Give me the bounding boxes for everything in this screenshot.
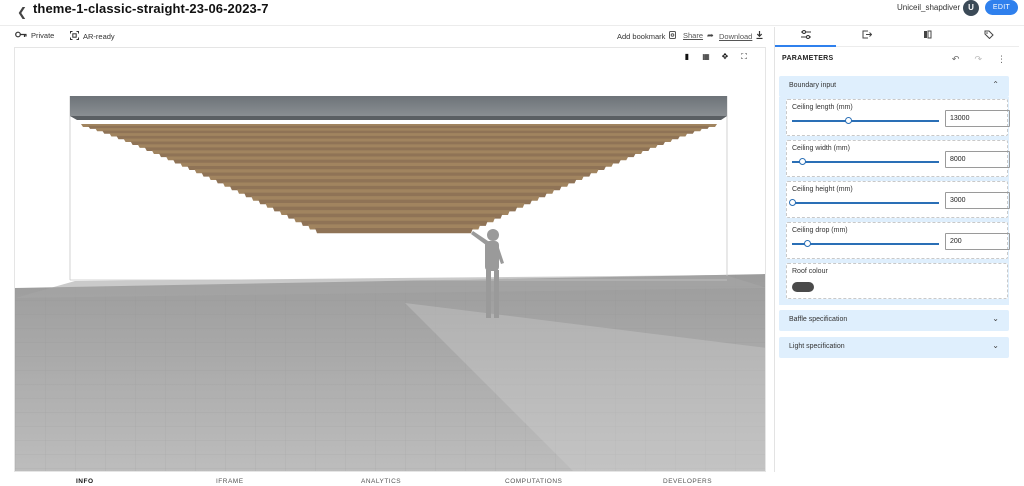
bookmark-icon bbox=[669, 31, 677, 41]
active-tab-indicator bbox=[775, 45, 836, 47]
download-label: Download bbox=[719, 31, 753, 41]
ceiling-drop-input[interactable]: 200 bbox=[945, 233, 1010, 250]
ceiling-length-slider[interactable] bbox=[792, 117, 939, 124]
tab-tags[interactable] bbox=[958, 30, 1019, 42]
ceiling-height-slider[interactable] bbox=[789, 199, 939, 206]
sliders-icon bbox=[800, 30, 811, 39]
app-header: ❮ theme-1-classic-straight-23-06-2023-7 … bbox=[0, 0, 1024, 26]
share-button[interactable]: Share ➦ bbox=[683, 31, 714, 40]
download-button[interactable]: Download bbox=[719, 31, 763, 41]
privacy-label: Private bbox=[31, 31, 55, 40]
bookmark-label: Add bookmark bbox=[617, 31, 666, 41]
library-icon bbox=[923, 30, 931, 39]
param-roof-colour: Roof colour bbox=[786, 263, 1008, 299]
parameters-actions: ↶ ↷ ⋮ bbox=[952, 54, 1006, 65]
ceiling-width-input[interactable]: 8000 bbox=[945, 151, 1010, 168]
chevron-down-icon: ⌄ bbox=[992, 314, 999, 323]
tab-iframe[interactable]: IFRAME bbox=[216, 478, 244, 485]
ar-status[interactable]: AR-ready bbox=[70, 31, 115, 42]
zoom-extents-icon[interactable]: ✥ bbox=[720, 52, 730, 62]
parameters-title: PARAMETERS bbox=[782, 55, 834, 62]
tab-library[interactable] bbox=[897, 30, 958, 42]
param-label: Ceiling height (mm) bbox=[792, 186, 853, 193]
panel-tabs bbox=[775, 27, 1019, 47]
privacy-status[interactable]: Private bbox=[15, 31, 54, 40]
section-light-specification[interactable]: Light specification ⌄ bbox=[779, 337, 1009, 358]
camera-icon[interactable]: ▮ bbox=[682, 52, 692, 62]
slider-thumb[interactable] bbox=[789, 199, 796, 206]
undo-icon[interactable]: ↶ bbox=[952, 54, 960, 65]
ceiling-height-input[interactable]: 3000 bbox=[945, 192, 1010, 209]
model-title: theme-1-classic-straight-23-06-2023-7 bbox=[33, 1, 269, 16]
section-baffle-specification[interactable]: Baffle specification ⌄ bbox=[779, 310, 1009, 331]
ceiling-drop-slider[interactable] bbox=[792, 240, 939, 247]
model-toolbar: Private AR-ready Add bookmark Share ➦ Do… bbox=[0, 27, 772, 47]
slider-thumb[interactable] bbox=[803, 240, 811, 247]
viewport-tools: ▮ ▦ ✥ ⛶ bbox=[682, 52, 749, 62]
param-ceiling-length: Ceiling length (mm) 13000 bbox=[786, 99, 1010, 136]
download-icon bbox=[756, 31, 763, 41]
param-ceiling-width: Ceiling width (mm) 8000 bbox=[786, 140, 1010, 177]
tab-exports[interactable] bbox=[836, 30, 897, 42]
param-label: Ceiling length (mm) bbox=[792, 104, 853, 111]
key-icon bbox=[15, 31, 27, 40]
boundary-input-body: Ceiling length (mm) 13000 Ceiling width … bbox=[779, 97, 1010, 305]
section-label: Boundary input bbox=[789, 82, 837, 89]
slider-thumb[interactable] bbox=[844, 117, 852, 124]
bottom-tabs: INFO IFRAME ANALYTICS COMPUTATIONS DEVEL… bbox=[0, 478, 1024, 486]
ceiling-length-input[interactable]: 13000 bbox=[945, 110, 1010, 127]
param-label: Ceiling width (mm) bbox=[792, 145, 850, 152]
parameters-panel: PARAMETERS ↶ ↷ ⋮ Boundary input ⌃ Ceilin… bbox=[774, 27, 1019, 472]
tag-icon bbox=[984, 30, 994, 40]
more-options-icon[interactable]: ⋮ bbox=[997, 54, 1006, 65]
redo-icon[interactable]: ↷ bbox=[974, 54, 982, 65]
share-arrow-icon: ➦ bbox=[707, 31, 714, 40]
param-ceiling-drop: Ceiling drop (mm) 200 bbox=[786, 222, 1010, 259]
section-label: Light specification bbox=[789, 343, 845, 350]
ar-cube-icon bbox=[70, 31, 79, 42]
roof-colour-swatch[interactable] bbox=[792, 282, 814, 292]
baffle-slat bbox=[315, 228, 473, 234]
ar-label: AR-ready bbox=[83, 32, 115, 41]
share-label: Share bbox=[683, 31, 704, 40]
avatar[interactable]: U bbox=[963, 0, 979, 16]
back-arrow-icon[interactable]: ❮ bbox=[17, 5, 27, 19]
tab-developers[interactable]: DEVELOPERS bbox=[663, 478, 712, 485]
ceiling-width-slider[interactable] bbox=[792, 158, 939, 165]
slider-thumb[interactable] bbox=[799, 158, 807, 165]
chevron-up-icon: ⌃ bbox=[992, 80, 999, 89]
ar-view-icon[interactable]: ▦ bbox=[701, 52, 711, 62]
tab-analytics[interactable]: ANALYTICS bbox=[361, 478, 401, 485]
tab-parameters[interactable] bbox=[775, 30, 836, 42]
section-boundary-input[interactable]: Boundary input ⌃ bbox=[779, 76, 1009, 97]
user-name[interactable]: Uniceil_shapdiver bbox=[897, 3, 960, 12]
tab-computations[interactable]: COMPUTATIONS bbox=[505, 478, 562, 485]
scene-render bbox=[15, 96, 765, 471]
param-label: Ceiling drop (mm) bbox=[792, 227, 848, 234]
param-ceiling-height: Ceiling height (mm) 3000 bbox=[786, 181, 1010, 218]
tab-info[interactable]: INFO bbox=[76, 478, 94, 485]
3d-viewport[interactable]: ▮ ▦ ✥ ⛶ bbox=[14, 47, 766, 472]
export-icon bbox=[862, 30, 872, 39]
fullscreen-icon[interactable]: ⛶ bbox=[739, 52, 749, 62]
section-label: Baffle specification bbox=[789, 316, 848, 323]
edit-button[interactable]: EDIT bbox=[985, 0, 1018, 15]
param-label: Roof colour bbox=[792, 268, 828, 275]
chevron-down-icon: ⌄ bbox=[992, 341, 999, 350]
bookmark-button[interactable]: Add bookmark bbox=[617, 31, 677, 41]
